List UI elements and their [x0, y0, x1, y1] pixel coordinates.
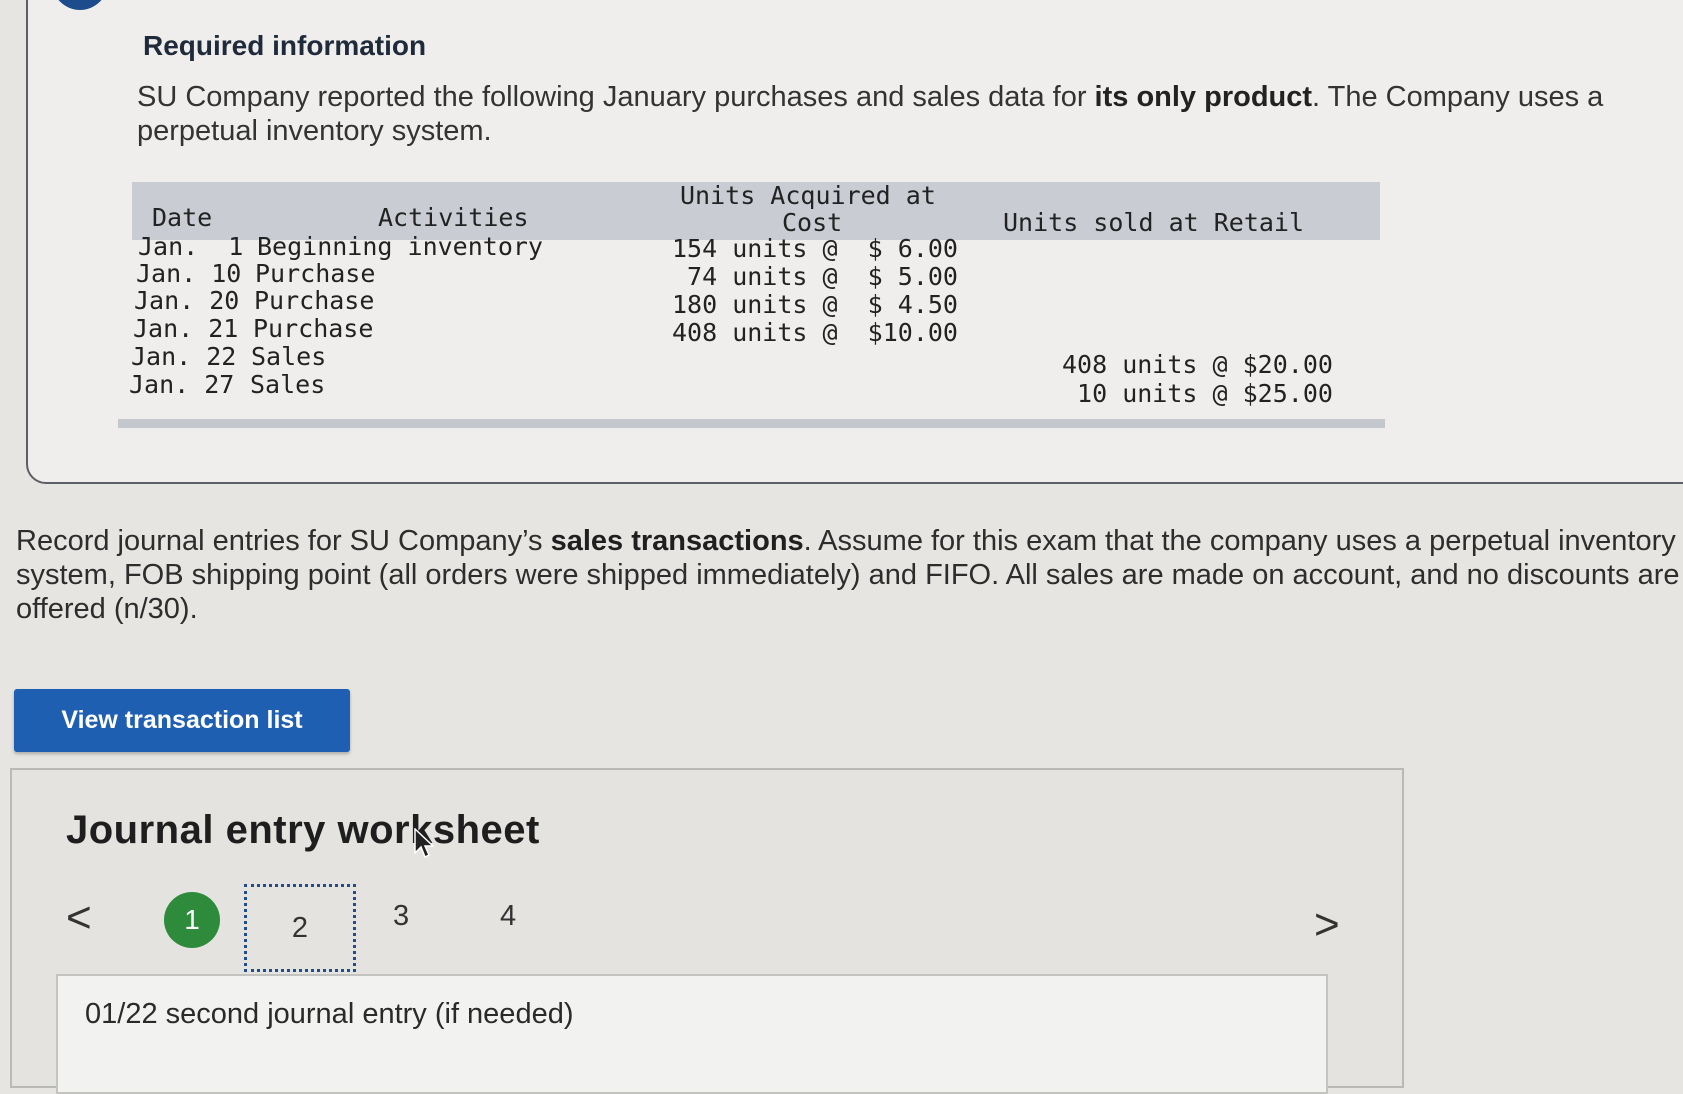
row-date: Jan. 20	[134, 286, 240, 315]
step-4[interactable]: 4	[500, 900, 516, 933]
worksheet-title: Journal entry worksheet	[66, 808, 540, 852]
mouse-cursor-icon	[414, 828, 435, 859]
col-header-acquired-line2: Cost	[782, 208, 843, 237]
row-sold: 10 units @ $25.00	[1062, 379, 1333, 408]
row-activity: Sales	[251, 342, 327, 371]
col-header-acquired-line1: Units Acquired at	[680, 181, 936, 210]
table-footer-rule	[118, 419, 1385, 428]
col-header-sold: Units sold at Retail	[1003, 208, 1305, 237]
view-transaction-list-button[interactable]: View transaction list	[14, 689, 350, 752]
row-acquired: 180 units @ $ 4.50	[672, 290, 958, 319]
step-3[interactable]: 3	[393, 900, 409, 933]
task-instructions: Record journal entries for SU Company’s …	[16, 525, 1680, 625]
entry-label: 01/22 second journal entry (if needed)	[85, 998, 574, 1030]
row-date: Jan. 1	[138, 232, 244, 261]
row-acquired: 74 units @ $ 5.00	[672, 262, 958, 291]
row-activity: Purchase	[255, 259, 376, 288]
row-date: Jan. 22	[131, 342, 237, 371]
row-activity: Sales	[250, 370, 326, 399]
next-arrow-icon[interactable]: >	[1314, 903, 1340, 947]
row-acquired: 408 units @ $10.00	[672, 318, 958, 347]
row-date: Jan. 10	[136, 259, 242, 288]
row-acquired: 154 units @ $ 6.00	[672, 234, 958, 263]
prev-arrow-icon[interactable]: <	[66, 896, 92, 940]
required-info-title: Required information	[143, 30, 427, 61]
row-date: Jan. 21	[133, 314, 239, 343]
intro-text: SU Company reported the following Januar…	[137, 81, 1604, 147]
row-sold: 408 units @ $20.00	[1062, 350, 1333, 379]
journal-entry-card	[56, 974, 1328, 1094]
step-2-current[interactable]: 2	[244, 884, 356, 972]
row-activity: Beginning inventory	[257, 232, 543, 261]
row-activity: Purchase	[254, 286, 375, 315]
col-header-date: Date	[152, 203, 213, 232]
row-activity: Purchase	[253, 314, 374, 343]
row-date: Jan. 27	[129, 370, 235, 399]
col-header-activities: Activities	[378, 203, 529, 232]
step-1-complete[interactable]: 1	[164, 892, 220, 948]
